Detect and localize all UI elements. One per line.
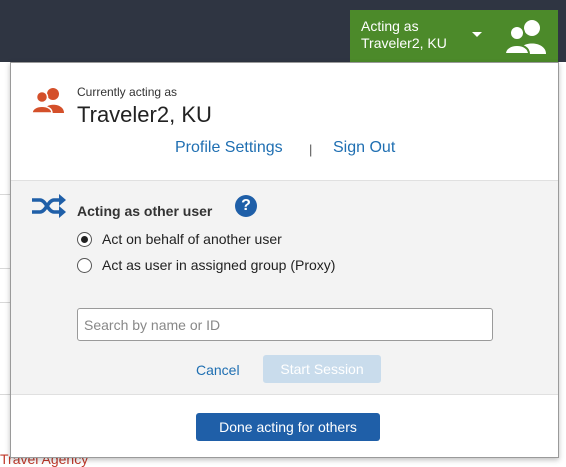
background-divider: [0, 394, 10, 395]
acting-as-text: Acting as Traveler2, KU: [361, 18, 447, 52]
acting-as-other-user-title: Acting as other user: [77, 203, 213, 219]
top-header-bar: Acting as Traveler2, KU: [0, 0, 566, 62]
users-icon: [503, 18, 548, 61]
start-session-button[interactable]: Start Session: [263, 355, 381, 383]
link-separator: |: [309, 142, 313, 157]
background-divider: [0, 194, 10, 195]
sign-out-link[interactable]: Sign Out: [333, 139, 395, 157]
background-divider: [0, 302, 10, 303]
current-user-section: Currently acting as Traveler2, KU Profil…: [11, 63, 558, 180]
shuffle-icon: [31, 193, 67, 224]
profile-settings-link[interactable]: Profile Settings: [175, 139, 283, 157]
radio-label: Act on behalf of another user: [102, 231, 282, 247]
acting-as-dropdown-panel: Currently acting as Traveler2, KU Profil…: [10, 62, 559, 458]
help-icon[interactable]: ?: [235, 195, 257, 217]
radio-button-selected[interactable]: [77, 232, 92, 247]
radio-button[interactable]: [77, 258, 92, 273]
done-acting-button[interactable]: Done acting for others: [196, 413, 380, 441]
cancel-button[interactable]: Cancel: [196, 362, 240, 378]
chevron-down-icon: [472, 32, 482, 37]
search-user-input[interactable]: [77, 308, 493, 341]
current-user-name: Traveler2, KU: [77, 102, 212, 127]
acting-as-label: Acting as: [361, 18, 419, 34]
user-group-icon: [31, 86, 66, 119]
acting-as-menu-button[interactable]: Acting as Traveler2, KU: [350, 10, 558, 62]
acting-as-user: Traveler2, KU: [361, 35, 447, 51]
currently-acting-label: Currently acting as: [77, 85, 178, 99]
background-divider: [0, 268, 10, 269]
radio-label: Act as user in assigned group (Proxy): [102, 257, 336, 273]
